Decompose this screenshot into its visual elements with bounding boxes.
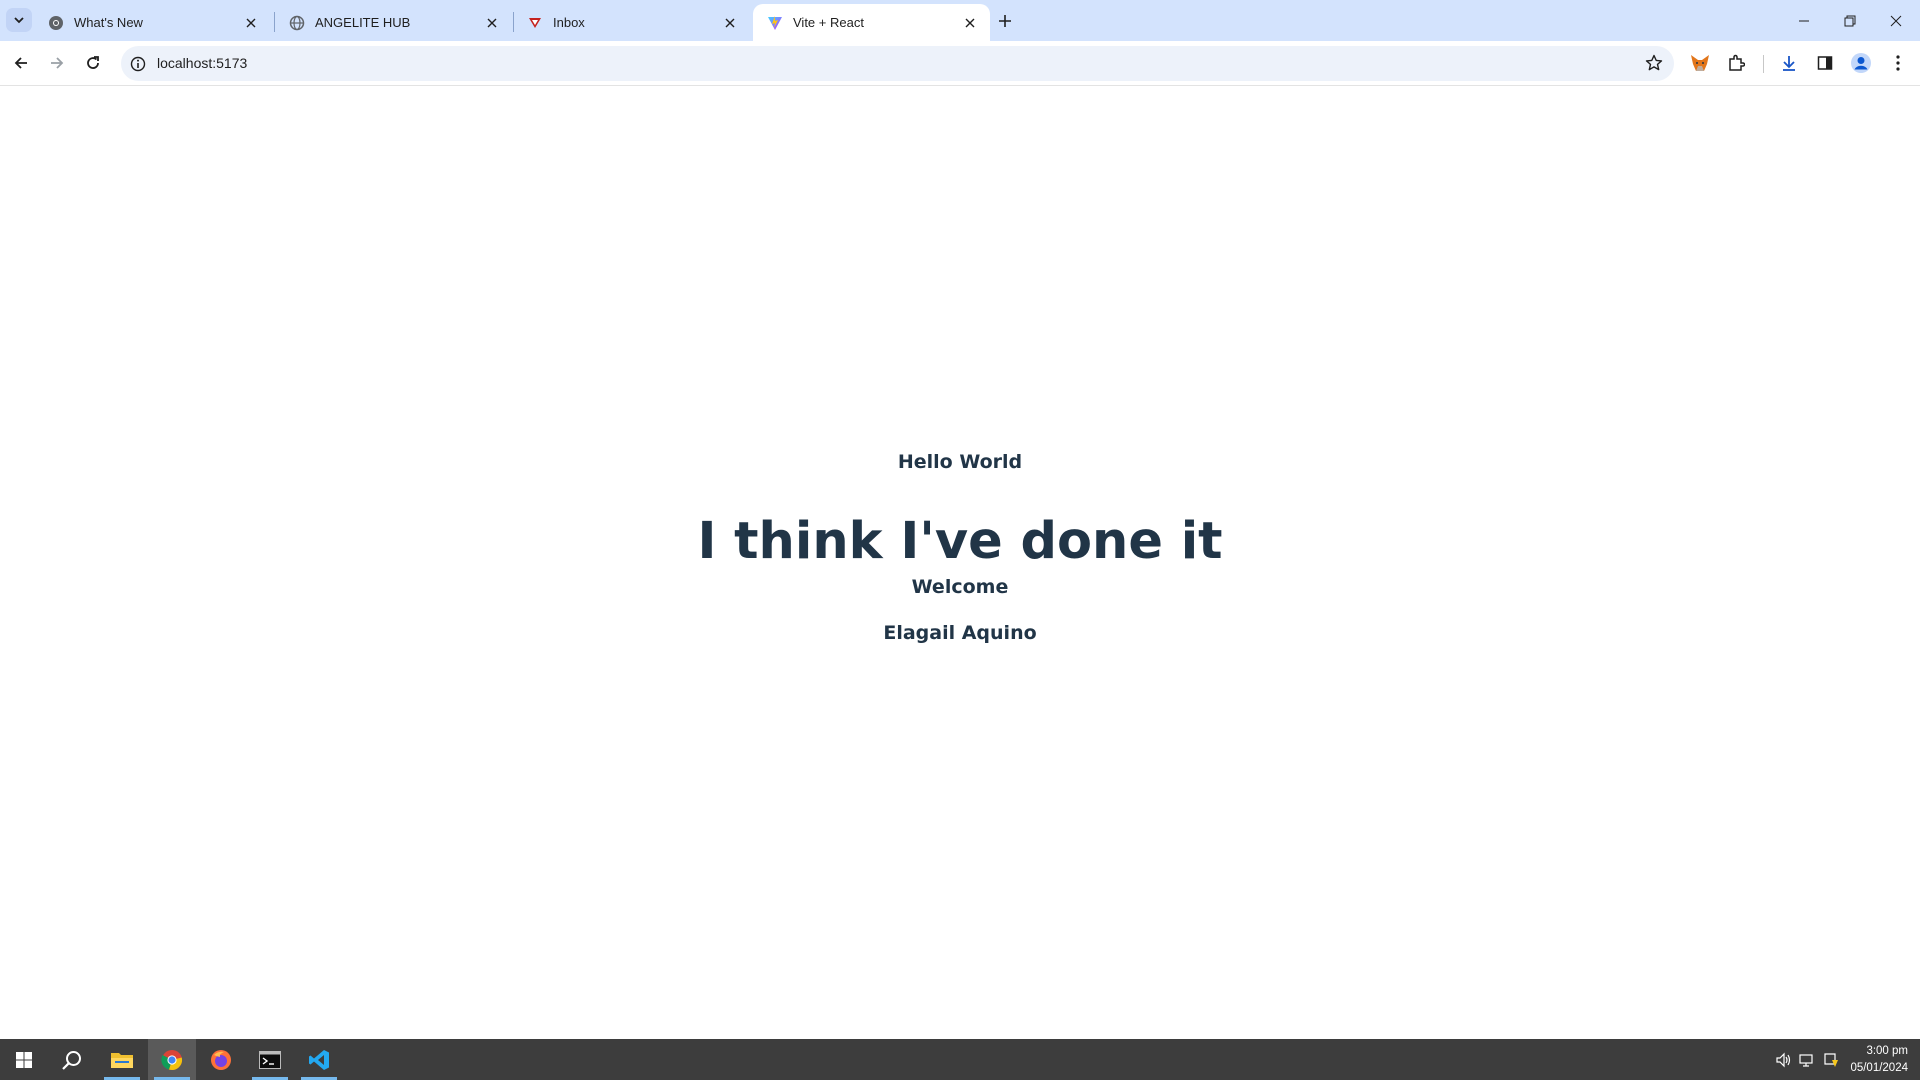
- taskbar-firefox[interactable]: [197, 1039, 245, 1080]
- forward-button[interactable]: [42, 48, 72, 78]
- user-name: Elagail Aquino: [883, 622, 1037, 644]
- url-text[interactable]: localhost:5173: [157, 55, 247, 71]
- arrow-left-icon: [14, 57, 27, 69]
- taskbar-chrome[interactable]: [148, 1039, 196, 1080]
- terminal-icon: [259, 1050, 281, 1069]
- tab-title: What's New: [74, 15, 143, 30]
- info-icon[interactable]: [129, 55, 147, 73]
- reload-button[interactable]: [78, 48, 108, 78]
- arrow-right-icon: [51, 57, 64, 69]
- welcome-heading: Welcome: [911, 576, 1009, 598]
- close-icon[interactable]: [484, 15, 500, 31]
- close-window-button[interactable]: [1873, 0, 1919, 41]
- main-headline: I think I've done it: [697, 512, 1223, 571]
- notification-shield-icon[interactable]: [1821, 1050, 1841, 1070]
- back-button[interactable]: [6, 48, 36, 78]
- close-icon: [1890, 15, 1902, 26]
- volume-icon[interactable]: [1773, 1050, 1793, 1070]
- more-vert-icon: [1896, 55, 1900, 71]
- chevron-down-icon: [14, 17, 24, 24]
- firefox-icon: [211, 1049, 231, 1070]
- downloads-button[interactable]: [1774, 48, 1804, 78]
- vite-icon: [767, 15, 783, 31]
- hello-heading: Hello World: [897, 451, 1023, 473]
- side-panel-icon: [1817, 56, 1833, 70]
- reload-icon: [87, 56, 99, 69]
- clock-date: 05/01/2024: [1850, 1062, 1908, 1074]
- close-icon[interactable]: [722, 15, 738, 31]
- minimize-button[interactable]: [1781, 0, 1827, 41]
- new-tab-button[interactable]: [992, 8, 1018, 34]
- network-icon[interactable]: [1797, 1050, 1817, 1070]
- tab-vite-react[interactable]: Vite + React: [753, 4, 990, 41]
- taskbar: 3:00 pm 05/01/2024: [0, 1039, 1920, 1080]
- close-icon[interactable]: [243, 15, 259, 31]
- chrome-icon: [48, 15, 64, 31]
- tab-whats-new[interactable]: What's New: [34, 4, 271, 41]
- tab-search-button[interactable]: [6, 8, 32, 32]
- start-button[interactable]: [0, 1039, 48, 1080]
- start-icon: [16, 1051, 32, 1068]
- side-panel-button[interactable]: [1810, 48, 1840, 78]
- extensions-button[interactable]: [1721, 48, 1751, 78]
- globe-icon: [289, 15, 305, 31]
- puzzle-icon: [1729, 54, 1745, 71]
- metamask-extension-button[interactable]: [1685, 48, 1715, 78]
- taskbar-search-button[interactable]: [48, 1039, 96, 1080]
- download-icon: [1783, 56, 1795, 71]
- address-bar[interactable]: localhost:5173: [121, 46, 1674, 81]
- tab-title: Vite + React: [793, 15, 864, 30]
- tab-strip: What's New ANGELITE HUB Inbox Vite + Rea…: [0, 0, 1920, 41]
- search-icon: [62, 1050, 81, 1070]
- file-explorer-icon: [111, 1052, 133, 1068]
- restore-icon: [1844, 15, 1856, 26]
- chrome-icon: [161, 1049, 183, 1070]
- metamask-fox-icon: [1691, 55, 1709, 71]
- tab-title: ANGELITE HUB: [315, 15, 411, 30]
- restore-button[interactable]: [1827, 0, 1873, 41]
- menu-button[interactable]: [1883, 48, 1913, 78]
- profile-button[interactable]: [1846, 48, 1876, 78]
- page-content: Hello World I think I've done it Welcome…: [0, 87, 1920, 1039]
- taskbar-vscode[interactable]: [295, 1039, 343, 1080]
- clock-time: 3:00 pm: [1866, 1045, 1908, 1057]
- minimize-icon: [1799, 20, 1809, 21]
- mail-icon: [527, 15, 543, 31]
- close-icon[interactable]: [962, 15, 978, 31]
- tab-title: Inbox: [553, 15, 585, 30]
- system-clock[interactable]: 3:00 pm 05/01/2024: [1850, 1043, 1908, 1077]
- plus-icon: [999, 15, 1011, 27]
- avatar-icon: [1851, 53, 1871, 73]
- vscode-icon: [309, 1049, 329, 1070]
- browser-toolbar: localhost:5173: [0, 41, 1920, 86]
- bookmark-star-icon[interactable]: [1644, 53, 1664, 73]
- tab-inbox[interactable]: Inbox: [513, 4, 750, 41]
- tab-angelite-hub[interactable]: ANGELITE HUB: [275, 4, 512, 41]
- toolbar-divider: [1763, 55, 1764, 73]
- taskbar-file-explorer[interactable]: [98, 1039, 146, 1080]
- taskbar-terminal[interactable]: [246, 1039, 294, 1080]
